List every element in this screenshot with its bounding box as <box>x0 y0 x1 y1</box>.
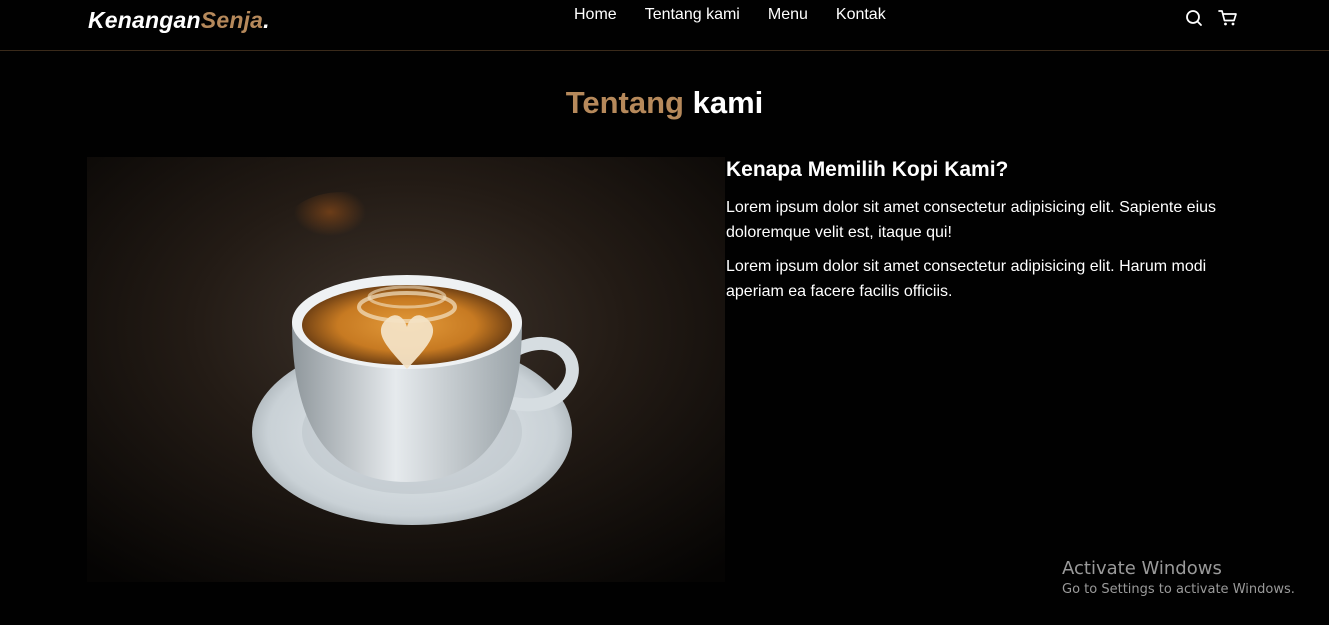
nav-link-home[interactable]: Home <box>574 6 617 24</box>
about-paragraph-2: Lorem ipsum dolor sit amet consectetur a… <box>726 258 1207 300</box>
brand-name-main: Kenangan <box>88 7 201 33</box>
brand-dot: . <box>263 7 270 33</box>
nav-icons <box>1184 9 1238 27</box>
about-heading: Kenapa Memilih Kopi Kami? <box>726 158 1009 181</box>
nav-link-menu[interactable]: Menu <box>768 6 808 24</box>
about-content: Kenapa Memilih Kopi Kami? Lorem ipsum do… <box>726 158 1226 313</box>
nav-link-kontak[interactable]: Kontak <box>836 6 886 24</box>
coffee-photo <box>87 157 725 582</box>
brand-logo[interactable]: KenanganSenja. <box>88 7 270 34</box>
section-title-accent: Tentang <box>565 85 684 120</box>
section-title-rest: kami <box>692 85 764 120</box>
cart-icon[interactable] <box>1218 9 1238 27</box>
search-icon[interactable] <box>1184 9 1204 27</box>
nav-link-tentang-kami[interactable]: Tentang kami <box>645 6 740 24</box>
watermark-title: Activate Windows <box>1062 558 1222 579</box>
windows-activation-watermark: Activate Windows Go to Settings to activ… <box>1062 558 1295 597</box>
brand-name-accent: Senja <box>200 7 264 33</box>
section-title: Tentang kami <box>0 85 1329 121</box>
about-paragraph-1: Lorem ipsum dolor sit amet consectetur a… <box>726 199 1217 241</box>
navbar: KenanganSenja. Home Tentang kami Menu Ko… <box>0 0 1329 51</box>
watermark-subtitle: Go to Settings to activate Windows. <box>1062 582 1295 597</box>
nav-links: Home Tentang kami Menu Kontak <box>574 6 914 24</box>
